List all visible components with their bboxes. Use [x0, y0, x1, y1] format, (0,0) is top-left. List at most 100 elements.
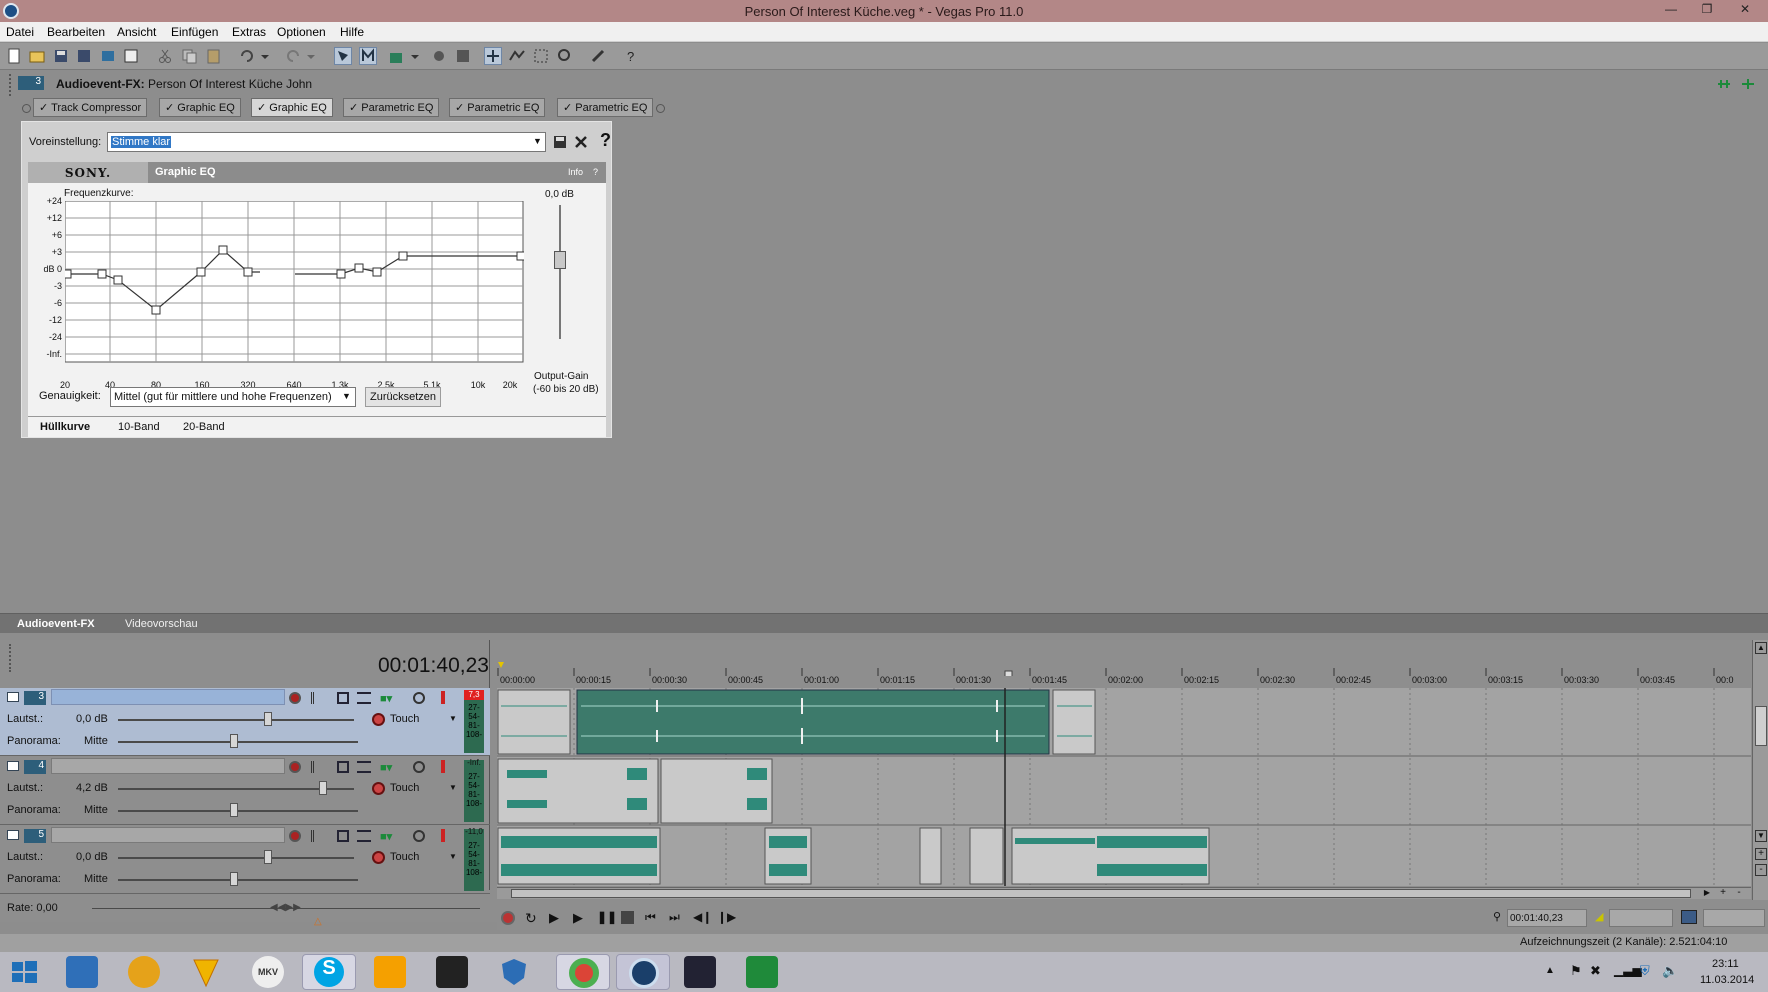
dock-grip[interactable] — [9, 74, 12, 96]
menu-hilfe[interactable]: Hilfe — [340, 25, 364, 39]
undo-icon[interactable] — [238, 47, 256, 65]
play-from-start-icon[interactable]: ▶ — [549, 910, 565, 926]
tab-videovorschau[interactable]: Videovorschau — [125, 618, 198, 630]
eq-curve-graph[interactable] — [65, 201, 524, 363]
track-fx-icon[interactable] — [337, 692, 349, 704]
fx-chip-track-compressor[interactable]: ✓ Track Compressor — [33, 98, 148, 117]
lock-dropdown-icon[interactable] — [410, 47, 420, 65]
network-app-icon[interactable] — [66, 956, 98, 988]
track-motion-icon[interactable] — [311, 830, 325, 842]
solo-icon[interactable] — [441, 691, 445, 704]
delete-preset-icon[interactable] — [573, 134, 589, 150]
redo-dropdown-icon[interactable] — [306, 47, 316, 65]
pan-slider-thumb[interactable] — [230, 734, 238, 748]
track-fx-icon[interactable] — [337, 761, 349, 773]
peak-indicator[interactable]: -11,0 — [462, 827, 486, 837]
track-row-5[interactable]: 5 ■▾ Lautst.: 0,0 dB Touch ▼ Panorama: M… — [0, 826, 490, 894]
zoom-out-vertical-button[interactable]: - — [1755, 864, 1767, 876]
track-name-field[interactable] — [51, 827, 285, 843]
clock-date[interactable]: 11.03.2014 — [1700, 974, 1754, 986]
minimize-track-icon[interactable] — [7, 692, 19, 702]
arm-record-icon[interactable] — [289, 761, 301, 773]
accuracy-select[interactable]: Mittel (gut für mittlere und hohe Freque… — [110, 387, 356, 407]
flag-icon[interactable]: ⚑ — [1570, 963, 1582, 979]
pause-icon[interactable]: ❚❚ — [597, 910, 617, 926]
fx-chip-parametric-eq-1[interactable]: ✓ Parametric EQ — [343, 98, 440, 117]
tab-audioevent-fx[interactable]: Audioevent-FX — [17, 618, 95, 630]
chevron-down-icon[interactable]: ▼ — [449, 783, 457, 792]
scroll-right-button[interactable]: ▶ — [1701, 888, 1713, 899]
track-fx-chain-icon[interactable]: ■▾ — [380, 830, 404, 843]
cut-icon[interactable] — [156, 47, 174, 65]
track-fx-chain-icon[interactable]: ■▾ — [380, 692, 404, 705]
automation-mode-icon[interactable] — [372, 782, 385, 795]
cursor-position-field[interactable]: 00:01:40,23 — [1507, 909, 1587, 927]
track-name-field[interactable] — [51, 689, 285, 705]
zoom-in-horizontal-button[interactable]: + — [1717, 888, 1729, 899]
volume-icon[interactable]: 🔈 — [1662, 963, 1678, 979]
menu-bearbeiten[interactable]: Bearbeiten — [47, 25, 105, 39]
audacity-icon[interactable] — [128, 956, 160, 988]
vlc-icon[interactable] — [190, 956, 222, 988]
save-as-icon[interactable] — [75, 47, 93, 65]
pan-slider-thumb[interactable] — [230, 803, 238, 817]
properties-icon[interactable] — [122, 47, 140, 65]
peak-indicator[interactable]: 7,3 — [464, 690, 484, 700]
automation-mode-icon[interactable] — [372, 713, 385, 726]
crossfade-icon[interactable] — [454, 47, 472, 65]
snapping-icon[interactable] — [359, 47, 377, 65]
media-player-icon[interactable] — [374, 956, 406, 988]
fx-chip-parametric-eq-3[interactable]: ✓ Parametric EQ — [557, 98, 654, 117]
signal-icon[interactable]: ▁▃▅ — [1614, 963, 1642, 977]
selection-tool-icon[interactable] — [532, 47, 550, 65]
save-icon[interactable] — [52, 47, 70, 65]
play-icon[interactable]: ▶ — [573, 910, 589, 926]
arm-record-icon[interactable] — [289, 692, 301, 704]
mute-icon[interactable] — [413, 830, 425, 842]
track-lanes[interactable] — [497, 688, 1751, 886]
zoom-in-vertical-button[interactable]: + — [1755, 848, 1767, 860]
scroll-up-button[interactable]: ▲ — [1755, 642, 1767, 654]
chrome-taskbar-button[interactable] — [556, 954, 610, 990]
volume-slider-thumb[interactable] — [264, 712, 272, 726]
ignore-grouping-icon[interactable] — [430, 47, 448, 65]
reset-button[interactable]: Zurücksetzen — [365, 387, 442, 407]
volume-slider-thumb[interactable] — [319, 781, 327, 795]
automation-settings-icon[interactable] — [357, 830, 371, 842]
peak-indicator[interactable]: -Inf. — [464, 758, 484, 768]
menu-einfuegen[interactable]: Einfügen — [171, 25, 218, 39]
zoom-tool-icon[interactable] — [556, 47, 574, 65]
zoom-out-horizontal-button[interactable]: - — [1733, 888, 1745, 899]
automation-mode-value[interactable]: Touch — [390, 851, 419, 863]
vegas-taskbar-button[interactable] — [616, 954, 670, 990]
minimize-track-icon[interactable] — [7, 761, 19, 771]
automation-settings-icon[interactable] — [357, 692, 371, 704]
menu-optionen[interactable]: Optionen — [277, 25, 326, 39]
lock-envelopes-icon[interactable] — [387, 47, 405, 65]
info-link[interactable]: Info — [568, 167, 583, 177]
record-time-field[interactable] — [1703, 909, 1765, 927]
render-icon[interactable] — [99, 47, 117, 65]
tab-huellkurve[interactable]: Hüllkurve — [40, 421, 90, 433]
track-motion-icon[interactable] — [311, 761, 325, 773]
selection-length-field[interactable] — [1609, 909, 1673, 927]
time-ruler[interactable] — [497, 640, 1751, 676]
output-gain-slider[interactable] — [554, 251, 566, 269]
network-status-icon[interactable]: ✖ — [1590, 963, 1601, 979]
undo-dropdown-icon[interactable] — [260, 47, 270, 65]
envelope-tool-icon[interactable] — [508, 47, 526, 65]
mute-icon[interactable] — [413, 692, 425, 704]
solo-icon[interactable] — [441, 760, 445, 773]
info-help-icon[interactable]: ? — [593, 167, 598, 177]
save-preset-icon[interactable] — [552, 134, 568, 150]
solo-icon[interactable] — [441, 829, 445, 842]
mute-icon[interactable] — [413, 761, 425, 773]
automation-mode-value[interactable]: Touch — [390, 713, 419, 725]
redo-icon[interactable] — [284, 47, 302, 65]
stop-icon[interactable] — [621, 911, 634, 924]
fx-chip-graphic-eq-2[interactable]: ✓ Graphic EQ — [251, 98, 333, 117]
clock-time[interactable]: 23:11 — [1712, 958, 1739, 970]
track-row-4[interactable]: 4 ■▾ Lautst.: 4,2 dB Touch ▼ Panorama: M… — [0, 757, 490, 825]
plugin-chooser-icon[interactable] — [1716, 77, 1732, 91]
automation-mode-value[interactable]: Touch — [390, 782, 419, 794]
